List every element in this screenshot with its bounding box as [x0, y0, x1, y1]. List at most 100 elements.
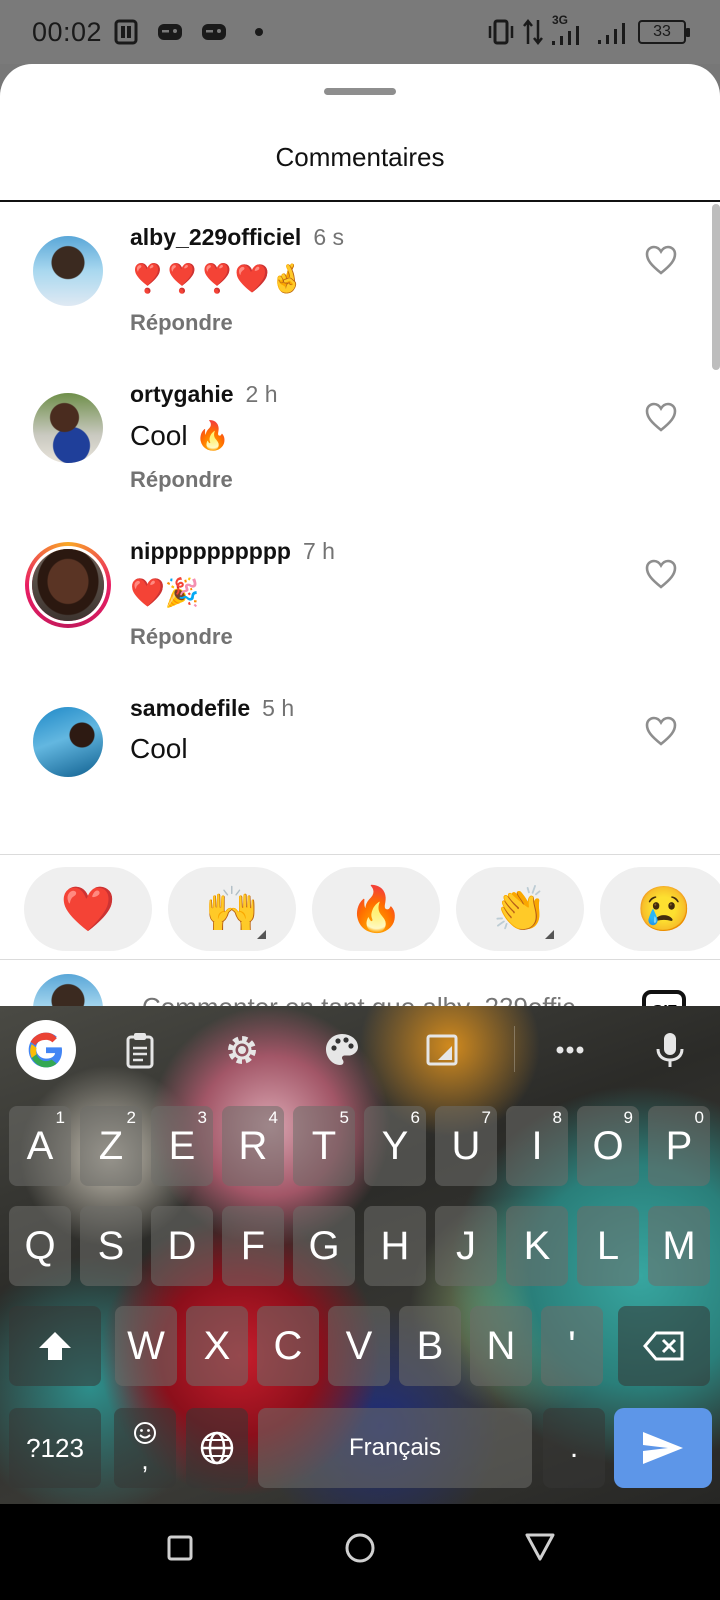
- reaction-crying-button[interactable]: 😢: [600, 867, 720, 951]
- scrollbar[interactable]: [712, 204, 720, 370]
- shift-key[interactable]: [9, 1306, 101, 1386]
- skin-tone-indicator: [257, 930, 266, 939]
- comment-username[interactable]: samodefile 5 h: [130, 695, 294, 722]
- heart-icon[interactable]: [644, 715, 678, 747]
- key-z[interactable]: Z2: [80, 1106, 142, 1186]
- key-label: L: [596, 1223, 620, 1268]
- google-icon[interactable]: [16, 1020, 76, 1080]
- key-k[interactable]: K: [506, 1206, 568, 1286]
- key-p[interactable]: P0: [648, 1106, 710, 1186]
- key-a[interactable]: A1: [9, 1106, 71, 1186]
- comment-text: ❣️❣️❣️❤️🤞: [130, 263, 305, 294]
- comment-username[interactable]: alby_229officiel 6 s: [130, 224, 344, 251]
- drag-handle[interactable]: [324, 88, 396, 95]
- microphone-icon[interactable]: [650, 1030, 690, 1070]
- key-hint: 7: [481, 1108, 491, 1127]
- reaction-emoji: ❤️: [60, 885, 116, 934]
- key-hint: 3: [197, 1108, 207, 1127]
- key-j[interactable]: J: [435, 1206, 497, 1286]
- gear-icon[interactable]: [222, 1030, 262, 1070]
- key-r[interactable]: R4: [222, 1106, 284, 1186]
- skin-tone-indicator: [545, 930, 554, 939]
- send-button[interactable]: [614, 1408, 712, 1488]
- key-m[interactable]: M: [648, 1206, 710, 1286]
- key-o[interactable]: O9: [577, 1106, 639, 1186]
- username-text[interactable]: ortygahie: [130, 381, 234, 407]
- comment-username[interactable]: ortygahie 2 h: [130, 381, 278, 408]
- heart-icon[interactable]: [644, 401, 678, 433]
- key-s[interactable]: S: [80, 1206, 142, 1286]
- clipboard-icon[interactable]: [120, 1030, 160, 1070]
- key-c[interactable]: C: [257, 1306, 319, 1386]
- heart-icon[interactable]: [644, 244, 678, 276]
- avatar-story-ring[interactable]: [25, 542, 111, 628]
- avatar[interactable]: [33, 707, 103, 777]
- comma-label: ,: [141, 1444, 149, 1475]
- back-button-icon[interactable]: [524, 1532, 556, 1562]
- key-y[interactable]: Y6: [364, 1106, 426, 1186]
- avatar[interactable]: [33, 393, 103, 463]
- reply-button[interactable]: Répondre: [130, 467, 233, 493]
- heart-icon[interactable]: [644, 558, 678, 590]
- spacebar[interactable]: Français: [258, 1408, 532, 1488]
- reaction-clap-button[interactable]: 👏: [456, 867, 584, 951]
- key-q[interactable]: Q: [9, 1206, 71, 1286]
- username-text[interactable]: alby_229officiel: [130, 224, 301, 250]
- reply-button[interactable]: Répondre: [130, 310, 233, 336]
- key-label: Z: [98, 1123, 124, 1168]
- status-time: 00:02: [32, 17, 103, 47]
- palette-icon[interactable]: [322, 1030, 362, 1070]
- comment-composer: GIF: [0, 960, 720, 1006]
- period-key[interactable]: .: [543, 1408, 605, 1488]
- key-g[interactable]: G: [293, 1206, 355, 1286]
- username-text[interactable]: nipppppppppp: [130, 538, 291, 564]
- key-label: Q: [24, 1223, 56, 1268]
- signal-icon: [552, 26, 579, 45]
- reaction-heart-button[interactable]: ❤️: [24, 867, 152, 951]
- key-label: W: [127, 1323, 165, 1368]
- status-bar: 00:02 3G 33: [0, 0, 720, 64]
- comment-item: ortygahie 2 h Cool 🔥 Répondre: [0, 359, 720, 519]
- key-u[interactable]: U7: [435, 1106, 497, 1186]
- avatar[interactable]: [33, 236, 103, 306]
- backspace-key[interactable]: [618, 1306, 710, 1386]
- key-x[interactable]: X: [186, 1306, 248, 1386]
- key-d[interactable]: D: [151, 1206, 213, 1286]
- key-w[interactable]: W: [115, 1306, 177, 1386]
- home-button-icon[interactable]: [344, 1532, 376, 1564]
- key-hint: 6: [410, 1108, 420, 1127]
- key-h[interactable]: H: [364, 1206, 426, 1286]
- one-handed-mode-icon[interactable]: [422, 1030, 462, 1070]
- emoji-comma-key[interactable]: ,: [114, 1408, 176, 1488]
- key-apostrophe[interactable]: ': [541, 1306, 603, 1386]
- key-label: J: [456, 1223, 476, 1268]
- comment-username[interactable]: nipppppppppp 7 h: [130, 538, 335, 565]
- symbols-key[interactable]: ?123: [9, 1408, 101, 1488]
- key-label: A: [26, 1123, 54, 1168]
- key-i[interactable]: I8: [506, 1106, 568, 1186]
- battery-icon: 33: [638, 20, 690, 44]
- reply-button[interactable]: Répondre: [130, 624, 233, 650]
- key-v[interactable]: V: [328, 1306, 390, 1386]
- keyboard-toolbar: [0, 1006, 720, 1090]
- username-text[interactable]: samodefile: [130, 695, 250, 721]
- key-label: D: [167, 1223, 197, 1268]
- key-f[interactable]: F: [222, 1206, 284, 1286]
- gif-button[interactable]: GIF: [642, 990, 686, 1006]
- key-hint: 8: [552, 1108, 562, 1127]
- comments-list[interactable]: alby_229officiel 6 s ❣️❣️❣️❤️🤞 Répondre o…: [0, 202, 720, 854]
- comment-time: 5 h: [262, 695, 295, 721]
- key-l[interactable]: L: [577, 1206, 639, 1286]
- user-avatar: [33, 974, 103, 1006]
- language-key[interactable]: [186, 1408, 248, 1488]
- key-label: T: [311, 1123, 337, 1168]
- key-t[interactable]: T5: [293, 1106, 355, 1186]
- more-options-icon[interactable]: [550, 1030, 590, 1070]
- reaction-raised-hands-button[interactable]: 🙌: [168, 867, 296, 951]
- key-b[interactable]: B: [399, 1306, 461, 1386]
- key-n[interactable]: N: [470, 1306, 532, 1386]
- recents-button-icon[interactable]: [166, 1534, 194, 1562]
- comment-input[interactable]: [142, 992, 612, 1006]
- key-e[interactable]: E3: [151, 1106, 213, 1186]
- reaction-fire-button[interactable]: 🔥: [312, 867, 440, 951]
